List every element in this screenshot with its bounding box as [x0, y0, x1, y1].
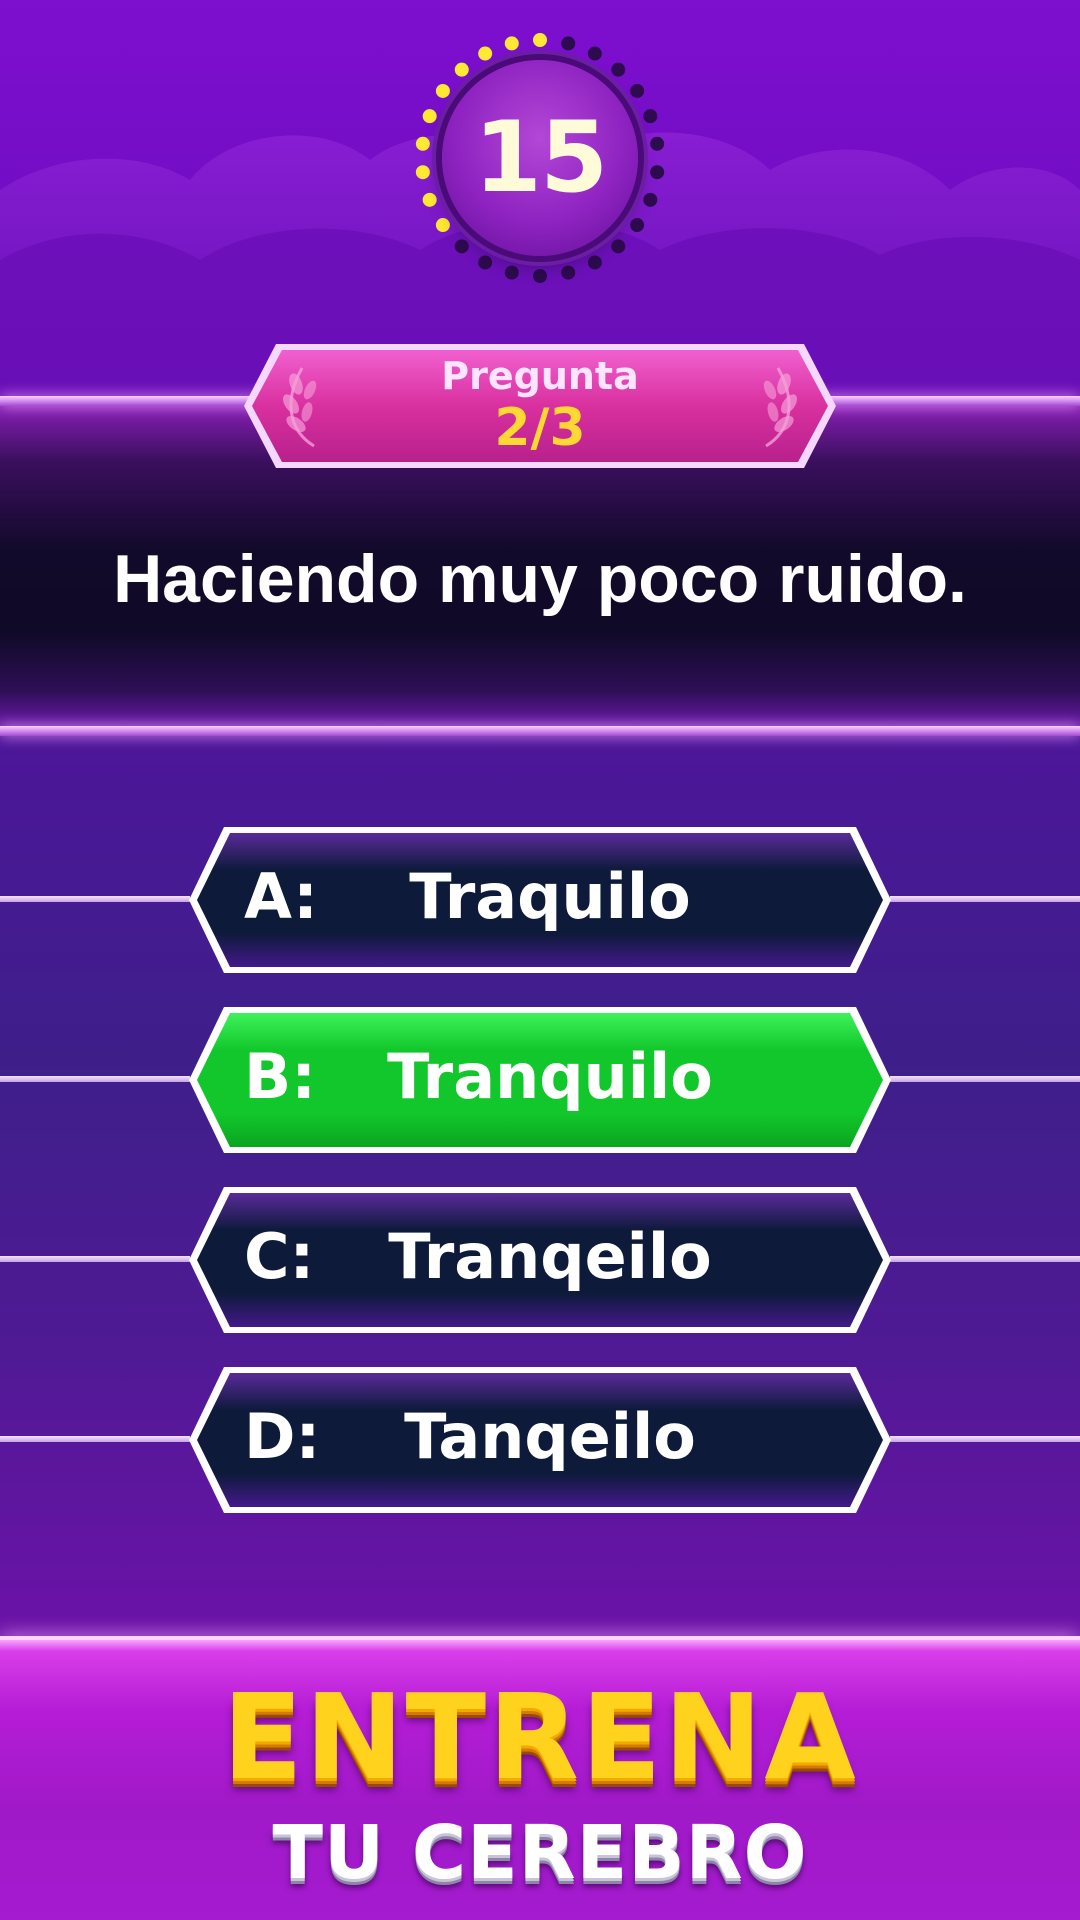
timer-face: 15: [442, 60, 638, 256]
question-label: Pregunta: [441, 354, 639, 398]
answer-option-d[interactable]: D: Tanqeilo: [0, 1364, 1080, 1516]
timer-dot: [435, 218, 450, 233]
answer-line-left: [0, 1076, 190, 1082]
answer-line-left: [0, 896, 190, 902]
answer-line-left: [0, 1436, 190, 1442]
timer-dot: [643, 109, 658, 124]
timer-value: 15: [473, 101, 608, 215]
timer-dot: [561, 265, 576, 280]
answer-line-right: [890, 896, 1080, 902]
timer-dot: [415, 165, 430, 180]
timer-dot: [504, 36, 519, 51]
answer-option-b[interactable]: B: Tranquilo: [0, 1004, 1080, 1156]
answer-line-right: [890, 1436, 1080, 1442]
timer-dot: [611, 239, 626, 254]
answer-text: Tanqeilo: [404, 1400, 696, 1473]
timer-dot: [630, 218, 645, 233]
timer-dot: [415, 136, 430, 151]
answer-text: Tranqeilo: [388, 1220, 712, 1293]
timer-dot: [630, 83, 645, 98]
timer-dot: [611, 62, 626, 77]
timer-dot: [422, 109, 437, 124]
timer-dot: [504, 265, 519, 280]
countdown-timer: 15: [412, 30, 668, 286]
timer-dot: [650, 136, 665, 151]
timer-dot: [478, 255, 493, 270]
answer-line-left: [0, 1256, 190, 1262]
question-text: Haciendo muy poco ruido.: [113, 541, 967, 617]
timer-dot: [643, 192, 658, 207]
timer-dot: [587, 46, 602, 61]
timer-dot: [422, 192, 437, 207]
timer-dot: [478, 46, 493, 61]
answer-text: Tranquilo: [387, 1040, 713, 1113]
question-badge: Pregunta 2/3: [240, 340, 840, 472]
answer-option-c[interactable]: C: Tranqeilo: [0, 1184, 1080, 1336]
timer-dot: [533, 269, 547, 283]
answer-text: Traquilo: [409, 860, 691, 933]
promo-title: ENTRENA: [222, 1668, 858, 1806]
question-panel-bottom-line: [0, 726, 1080, 736]
promo-subtitle: TU CEREBRO: [272, 1810, 808, 1896]
timer-dot: [587, 255, 602, 270]
answer-line-right: [890, 1256, 1080, 1262]
timer-dot: [435, 83, 450, 98]
timer-dot: [454, 62, 469, 77]
answer-line-right: [890, 1076, 1080, 1082]
timer-dot: [533, 33, 547, 47]
timer-dot: [561, 36, 576, 51]
timer-dot: [454, 239, 469, 254]
question-counter: 2/3: [494, 398, 586, 458]
answer-option-a[interactable]: A: Traquilo: [0, 824, 1080, 976]
timer-dot: [650, 165, 665, 180]
